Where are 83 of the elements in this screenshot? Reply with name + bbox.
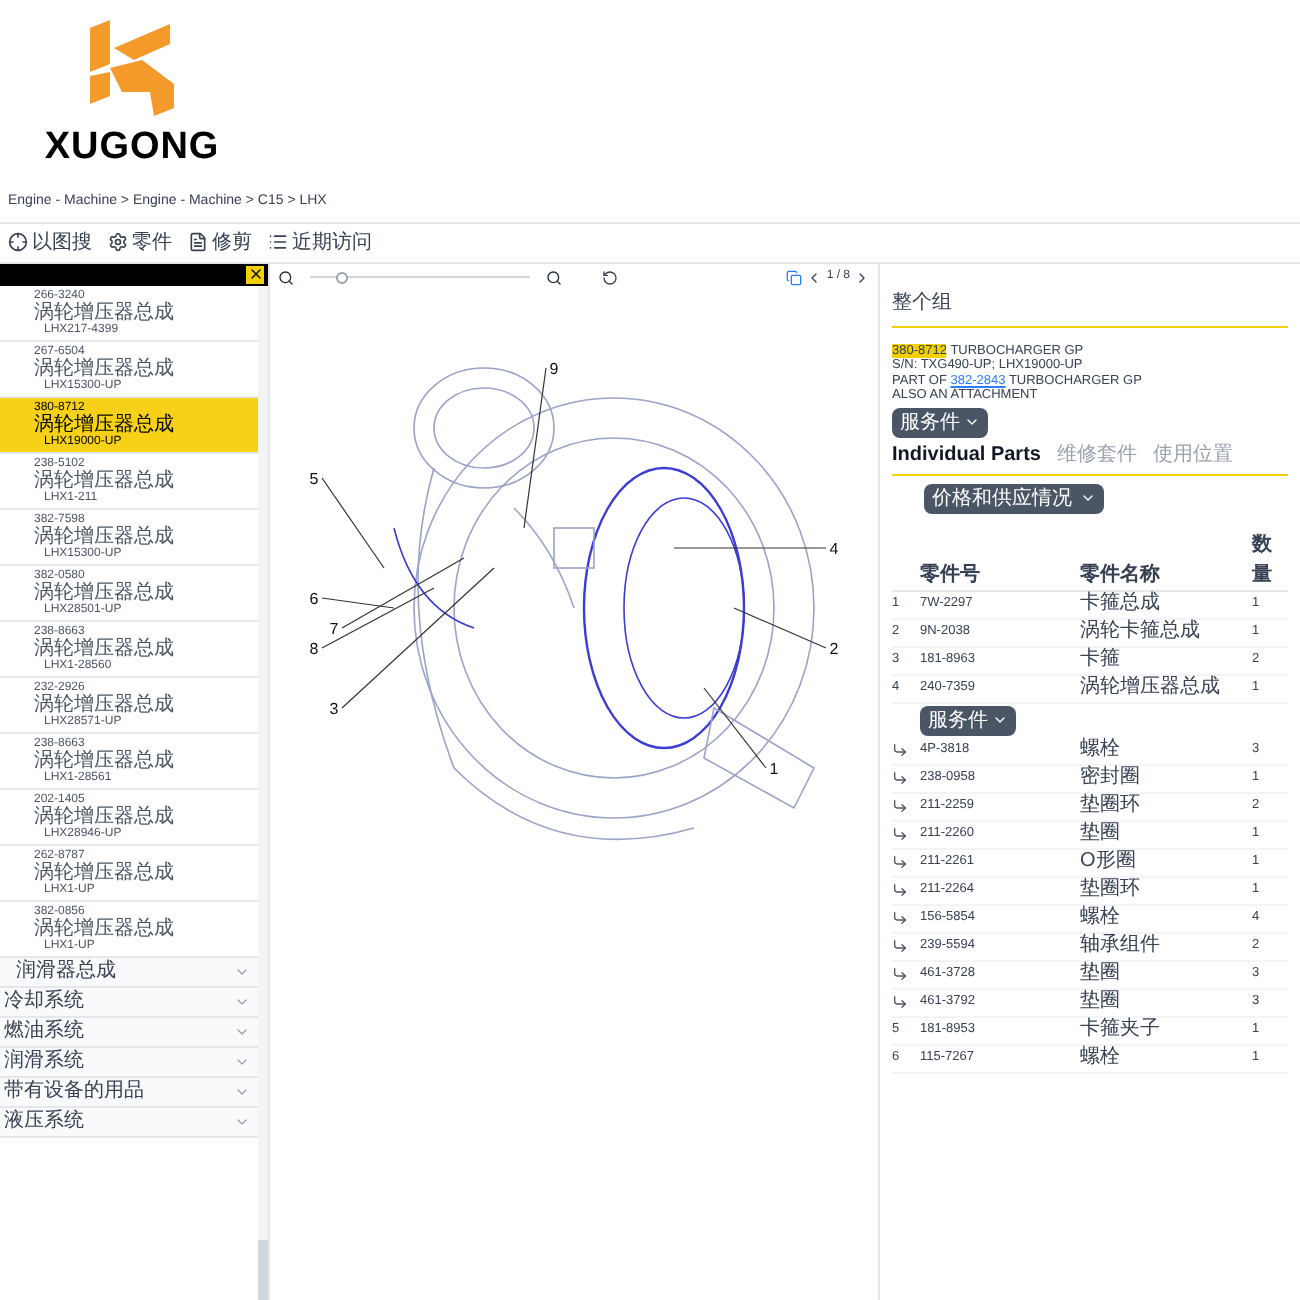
leader-line <box>703 686 767 768</box>
sub-item-icon <box>892 854 908 870</box>
category-row[interactable]: 冷却系统 <box>0 987 258 1017</box>
next-page-icon[interactable] <box>854 269 870 285</box>
toolbar-button[interactable]: 近期访问 <box>268 227 372 257</box>
table-cell-text: 卡箍总成 <box>1080 594 1162 614</box>
callout-number: 1 <box>769 759 779 777</box>
callout-number: 4 <box>829 539 839 557</box>
toolbar-button[interactable]: 零件 <box>108 227 172 257</box>
rotate-icon[interactable] <box>602 269 618 285</box>
column-header: 零件号 <box>920 561 982 589</box>
tab[interactable]: Individual Parts <box>892 445 1041 465</box>
column-header: 数量 <box>1252 531 1274 589</box>
chevron-icon <box>1080 490 1096 506</box>
settings-icon <box>108 232 128 252</box>
table-cell-text: 垫圈 <box>1080 992 1122 1012</box>
table-cell-text: 垫圈 <box>1080 964 1122 984</box>
callout-number: 7 <box>329 619 339 637</box>
toolbar-button[interactable]: 以图搜 <box>8 227 92 257</box>
sub-item-icon <box>892 938 908 954</box>
table-cell-text: 卡箍 <box>1080 650 1122 670</box>
table-cell-text: 密封圈 <box>1080 768 1142 788</box>
table-cell-text: O形圈 <box>1080 852 1138 872</box>
callout-number: 3 <box>329 699 339 717</box>
table-cell-text: 螺栓 <box>1080 1048 1122 1068</box>
category-row[interactable]: 润滑器总成 <box>0 957 258 987</box>
callout-number: 2 <box>829 639 839 657</box>
leader-line <box>733 606 827 648</box>
table-cell-text: 垫圈环 <box>1080 796 1142 816</box>
zoom-in-icon[interactable] <box>546 269 562 285</box>
table-cell-text: 涡轮卡箍总成 <box>1080 622 1202 642</box>
part-name: 涡轮增压器总成 <box>34 581 176 603</box>
part-name: 涡轮增压器总成 <box>34 693 176 715</box>
zoom-out-icon[interactable] <box>278 269 294 285</box>
copy-icon[interactable] <box>786 269 803 285</box>
callout-number: 5 <box>309 469 319 487</box>
callout-number: 8 <box>309 639 319 657</box>
column-header: 零件名称 <box>1080 561 1162 589</box>
callout-number: 9 <box>549 359 559 377</box>
price-button[interactable]: 价格和供应情况 <box>924 483 1104 513</box>
part-name: 涡轮增压器总成 <box>34 637 176 659</box>
sub-item-icon <box>892 742 908 758</box>
table-cell-text: 螺栓 <box>1080 740 1122 760</box>
part-name: 涡轮增压器总成 <box>34 357 176 379</box>
sub-item-icon <box>892 910 908 926</box>
part-name: 涡轮增压器总成 <box>34 749 176 771</box>
table-cell-text: 垫圈环 <box>1080 880 1142 900</box>
table-cell-text: 螺栓 <box>1080 908 1122 928</box>
close-icon[interactable] <box>246 265 264 283</box>
category-row[interactable]: 带有设备的用品 <box>0 1077 258 1107</box>
service-button[interactable]: 服务件 <box>892 407 988 437</box>
part-name: 涡轮增压器总成 <box>34 525 176 547</box>
sub-item-icon <box>892 882 908 898</box>
part-name: 涡轮增压器总成 <box>34 917 176 939</box>
service-button[interactable]: 服务件 <box>920 705 1016 735</box>
category-row[interactable]: 润滑系统 <box>0 1047 258 1077</box>
chevron-icon <box>964 414 980 430</box>
sub-item-icon <box>892 826 908 842</box>
sub-item-icon <box>892 798 908 814</box>
category-row[interactable]: 燃油系统 <box>0 1017 258 1047</box>
table-cell-text: 涡轮增压器总成 <box>1080 678 1222 698</box>
part-name: 涡轮增压器总成 <box>34 301 176 323</box>
callout-number: 6 <box>309 589 319 607</box>
chevron-icon <box>992 712 1008 728</box>
part-name: 涡轮增压器总成 <box>34 413 176 435</box>
toolbar-button[interactable]: 修剪 <box>188 227 252 257</box>
search-bar[interactable] <box>0 263 268 285</box>
part-name: 涡轮增压器总成 <box>34 805 176 827</box>
table-cell-text: 轴承组件 <box>1080 936 1162 956</box>
sub-item-icon <box>892 770 908 786</box>
group-title: 整个组 <box>892 287 1288 327</box>
target-icon <box>8 232 28 252</box>
part-name: 涡轮增压器总成 <box>34 861 176 883</box>
table-cell-text: 垫圈 <box>1080 824 1122 844</box>
sub-item-icon <box>892 966 908 982</box>
logo-text: XUGONG <box>44 128 220 166</box>
scrollbar[interactable] <box>258 285 268 1300</box>
table-cell-text: 卡箍夹子 <box>1080 1020 1162 1040</box>
document-icon <box>188 232 208 252</box>
category-row[interactable]: 液压系统 <box>0 1107 258 1137</box>
sub-item-icon <box>892 994 908 1010</box>
list-icon <box>268 232 288 252</box>
part-name: 涡轮增压器总成 <box>34 469 176 491</box>
